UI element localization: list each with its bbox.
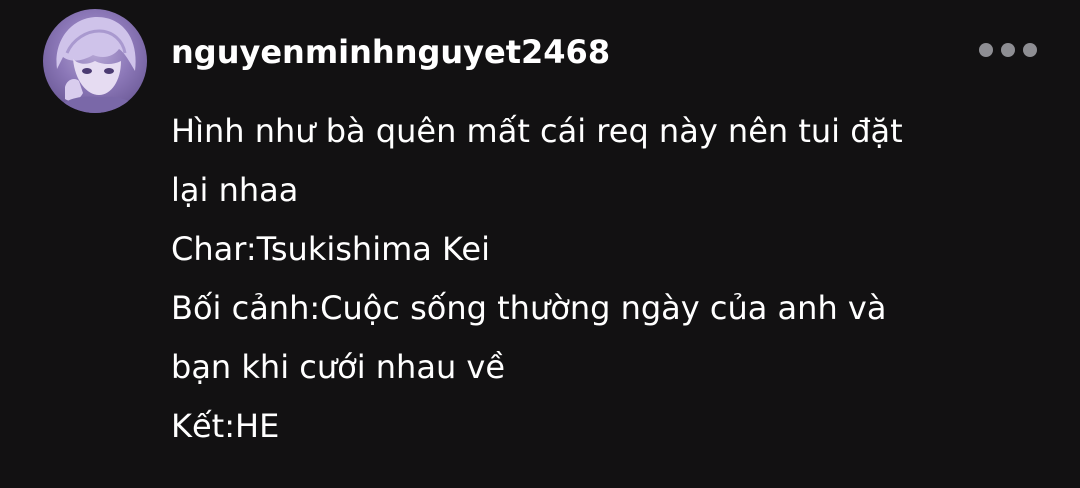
avatar[interactable] [43, 9, 147, 113]
username[interactable]: nguyenminhnguyet2468 [171, 24, 610, 80]
comment-card: nguyenminhnguyet2468 Hình như bà quên mấ… [0, 0, 1080, 488]
more-dots-icon [1023, 43, 1037, 57]
comment-line: Char:Tsukishima Kei [171, 230, 490, 268]
more-options-button[interactable] [972, 36, 1044, 64]
more-dots-icon [1001, 43, 1015, 57]
comment-line: lại nhaa [171, 171, 299, 209]
more-dots-icon [979, 43, 993, 57]
comment-line: bạn khi cưới nhau về [171, 348, 506, 386]
comment-text: Hình như bà quên mất cái req này nên tui… [171, 102, 1051, 456]
comment-line: Kết:HE [171, 407, 280, 445]
comment-line: Bối cảnh:Cuộc sống thường ngày của anh v… [171, 289, 887, 327]
comment-line: Hình như bà quên mất cái req này nên tui… [171, 112, 903, 150]
avatar-portrait-icon [53, 17, 143, 113]
